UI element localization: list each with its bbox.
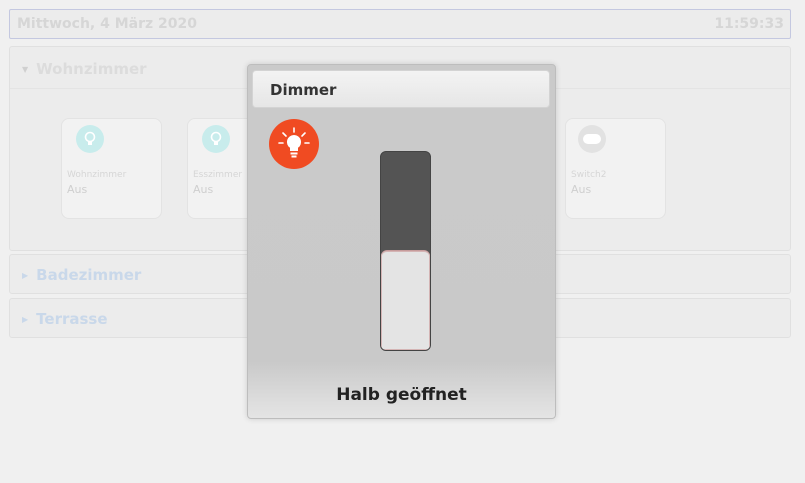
room-header-badezimmer[interactable]: ▶ Badezimmer xyxy=(22,266,141,284)
chevron-right-icon: ▶ xyxy=(22,315,29,324)
room-header-wohnzimmer[interactable]: ▼ Wohnzimmer xyxy=(22,60,147,78)
chevron-right-icon: ▶ xyxy=(22,271,29,280)
date-label: Mittwoch, 4 März 2020 xyxy=(17,16,198,32)
dimmer-status: Halb geöffnet xyxy=(336,385,467,405)
top-bar: Mittwoch, 4 März 2020 11:59:33 xyxy=(9,9,791,39)
bulb-on-icon[interactable] xyxy=(269,119,319,169)
room-header-terrasse[interactable]: ▶ Terrasse xyxy=(22,310,108,328)
dialog-title: Dimmer xyxy=(270,81,337,99)
tile-state: Aus xyxy=(571,183,592,196)
tile-state: Aus xyxy=(193,183,214,196)
device-tile-switch2[interactable]: Switch2 Aus xyxy=(565,118,666,219)
tile-name: Wohnzimmer xyxy=(67,170,127,180)
dimmer-slider[interactable] xyxy=(380,151,431,351)
chevron-down-icon: ▼ xyxy=(22,65,29,74)
bulb-icon xyxy=(76,125,104,153)
device-tile-wohnzimmer[interactable]: Wohnzimmer Aus xyxy=(61,118,162,219)
tile-name: Esszimmer xyxy=(193,170,243,180)
room-title: Badezimmer xyxy=(36,266,142,284)
tile-name: Switch2 xyxy=(571,170,607,180)
dialog-header: Dimmer xyxy=(252,70,550,108)
dimmer-dialog: Dimmer Halb geöffnet xyxy=(247,64,556,419)
time-label: 11:59:33 xyxy=(714,16,784,32)
bulb-icon xyxy=(202,125,230,153)
slider-fill[interactable] xyxy=(381,250,430,350)
tile-state: Aus xyxy=(67,183,88,196)
room-title: Wohnzimmer xyxy=(36,60,147,78)
room-title: Terrasse xyxy=(36,310,108,328)
switch-icon xyxy=(578,125,606,153)
